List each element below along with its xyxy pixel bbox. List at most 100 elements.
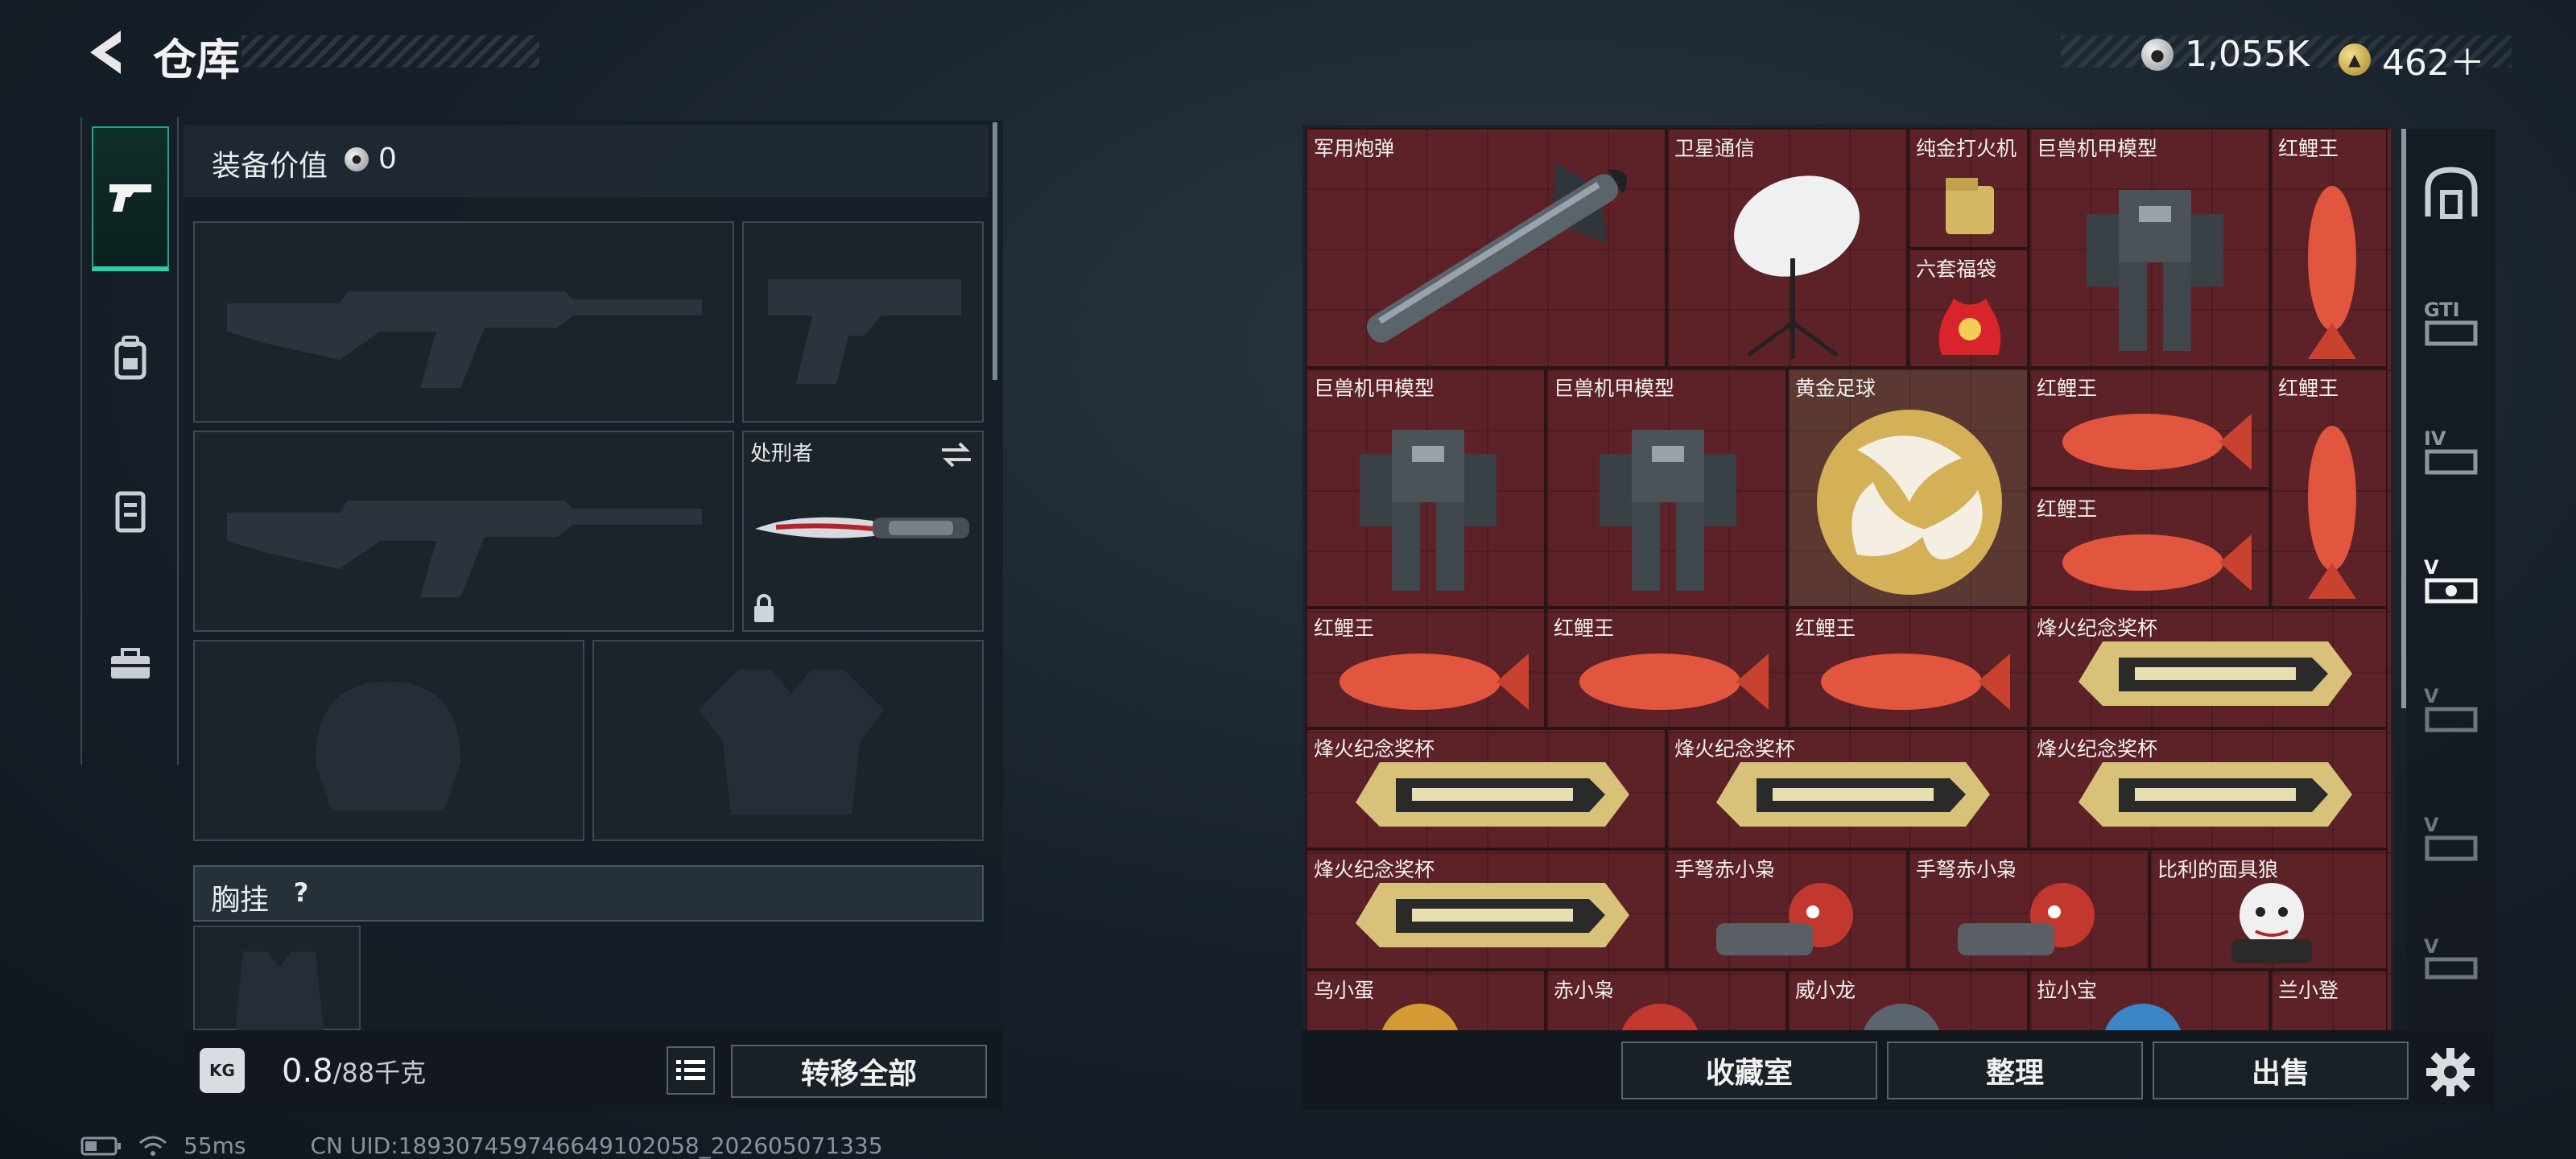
storage-item[interactable]: 兰小登 [2270,970,2388,1030]
equipment-value: 0 [378,142,397,175]
collection-room-button[interactable]: 收藏室 [1621,1041,1877,1099]
storage-item[interactable]: 威小龙 [1787,970,2029,1030]
silver-currency-value: 1,055K [2185,34,2310,75]
figure-toy-icon [2231,883,2312,963]
secondary-weapon-slot[interactable] [193,431,734,632]
chest-rig-slot[interactable] [193,926,361,1032]
chest-rig-silhouette-icon [235,951,324,1032]
red-carp-icon [2308,186,2356,359]
figure-toy-icon [1381,1004,1459,1030]
organize-button[interactable]: 整理 [1887,1041,2143,1099]
v-stash-icon: V [2424,935,2478,980]
storage-item[interactable]: 手弩赤小枭 [1666,849,1908,970]
tab-backpack[interactable] [92,286,169,431]
storage-item[interactable]: 红鲤王 [1546,608,1787,728]
svg-text:V: V [2424,814,2439,836]
figure-toy-icon [2104,1004,2182,1030]
back-button[interactable] [80,24,129,80]
list-view-button[interactable] [667,1046,715,1095]
stash-tab-v-4[interactable]: V [2419,926,2483,990]
v-stash-icon: V [2424,685,2478,732]
tab-weapons[interactable] [92,126,169,271]
sell-button[interactable]: 出售 [2153,1041,2409,1099]
settings-gear-icon [2426,1048,2475,1096]
equipment-scrollbar[interactable] [993,122,997,380]
trophy-icon [1356,762,1629,827]
storage-item[interactable]: 纯金打火机 [1908,128,2029,249]
red-carp-icon [1340,654,1529,710]
figure-toy-icon [1621,1004,1699,1030]
item-name: 红鲤王 [2278,137,2339,160]
storage-item[interactable]: 红鲤王 [2029,489,2270,608]
storage-item[interactable]: 红鲤王 [1787,608,2029,728]
gold-currency[interactable]: ▲ 462＋ [2339,34,2485,85]
silver-currency[interactable]: ● 1,055K [2141,34,2310,75]
item-name: 纯金打火机 [1916,137,2017,160]
storage-item[interactable]: 比利的面具狼 [2149,849,2388,970]
weight-readout: 0.8/88千克 [282,1053,426,1090]
v-stash-icon-active: V [2424,556,2478,604]
storage-item[interactable]: 红鲤王 [2029,368,2270,489]
mech-model-icon [1600,430,1736,591]
storage-item[interactable]: 烽火纪念奖杯 [1666,728,2029,849]
lighter-icon [1946,178,1994,234]
storage-item[interactable]: 手弩赤小枭 [1908,849,2149,970]
storage-footer: 收藏室 整理 出售 [1302,1030,2494,1111]
satellite-dish-icon [1734,175,1860,359]
uid-readout: CN UID:18930745974664910205​8_2026050713… [310,1132,883,1159]
storage-item[interactable]: 卫星通信 [1666,128,1908,368]
storage-item[interactable]: 六套福袋 [1908,249,2029,368]
equipment-value-header: 装备价值 ● 0 [184,125,989,197]
settings-button[interactable] [2425,1046,2476,1098]
svg-text:GTI: GTI [2424,299,2460,321]
storage-item[interactable]: 黄金足球 [1787,368,2029,608]
stash-tab-v-2[interactable]: V [2419,676,2483,740]
tab-chest-rig[interactable] [92,439,169,584]
red-carp-icon [2062,414,2252,470]
storage-scrollbar[interactable] [2401,129,2406,708]
helmet-slot[interactable] [193,640,584,841]
transfer-all-button[interactable]: 转移全部 [731,1045,987,1098]
primary-weapon-slot[interactable] [193,221,734,423]
storage-item[interactable]: 乌小蛋 [1306,970,1546,1030]
storage-item[interactable]: 红鲤王 [1306,608,1546,728]
storage-item[interactable]: 巨兽机甲模型 [1546,368,1787,608]
storage-item[interactable]: 军用炮弹 [1306,128,1666,368]
loadout-tab-column [80,117,179,765]
stash-tab-v-3[interactable]: V [2419,805,2483,869]
pistol-slot[interactable] [742,221,984,423]
red-carp-icon [1821,654,2010,710]
storage-item[interactable]: 烽火纪念奖杯 [2029,728,2388,849]
missile-icon [1366,162,1627,343]
stash-tab-gti[interactable]: GTI [2419,290,2483,354]
stash-tab-safe-house[interactable] [2419,161,2483,225]
storage-item[interactable]: 拉小宝 [2029,970,2270,1030]
svg-text:V: V [2424,556,2439,579]
stash-tab-v-active[interactable]: V [2419,547,2483,612]
storage-item[interactable]: 巨兽机甲模型 [2029,128,2270,368]
figure-toy-icon [1958,883,2095,955]
toolbox-icon [111,648,150,678]
rifle-silhouette-icon [227,501,702,597]
storage-item[interactable]: 巨兽机甲模型 [1306,368,1546,608]
swap-icon[interactable] [939,440,974,469]
item-name: 卫星通信 [1674,137,1756,160]
stash-tab-iv[interactable]: IV [2419,419,2483,483]
red-carp-icon [2308,426,2356,599]
storage-item[interactable]: 烽火纪念奖杯 [1306,728,1666,849]
melee-slot[interactable]: 处刑者 [742,431,984,632]
storage-item[interactable]: 烽火纪念奖杯 [2029,608,2388,728]
help-icon[interactable]: ? [285,875,317,910]
tab-toolbox[interactable] [92,592,169,736]
weight-footer: KG 0.8/88千克 转移全部 [184,1030,1003,1111]
storage-item[interactable]: 红鲤王 [2270,128,2388,368]
pistol-icon [109,184,151,212]
storage-item[interactable]: 赤小枭 [1546,970,1787,1030]
chest-rig-label: 胸挂 [211,884,270,917]
trophy-icon [2079,762,2352,827]
list-icon [676,1060,705,1080]
storage-item[interactable]: 红鲤王 [2270,368,2388,608]
item-name: 红鲤王 [2278,377,2339,400]
storage-item[interactable]: 烽火纪念奖杯 [1306,849,1666,970]
armor-slot[interactable] [592,640,984,841]
